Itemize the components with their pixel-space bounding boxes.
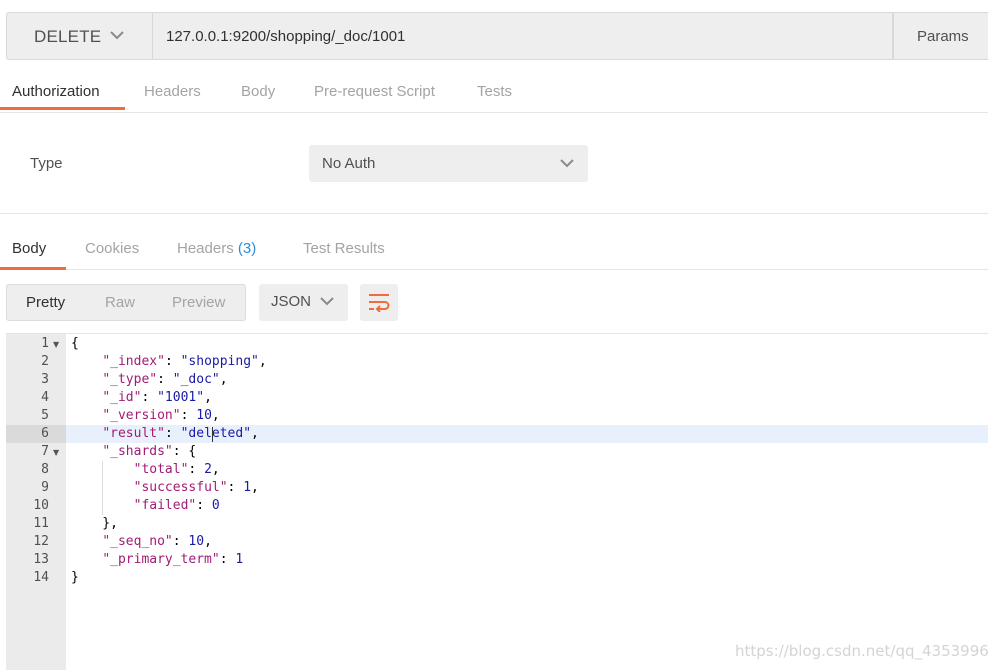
json-key: "_index" (102, 354, 165, 369)
tab-authorization[interactable]: Authorization (12, 83, 100, 100)
url-value: 127.0.0.1:9200/shopping/_doc/1001 (166, 28, 406, 45)
section-divider (0, 213, 988, 214)
line-number: 12 (33, 534, 49, 549)
view-mode-group: Pretty Raw Preview (6, 284, 246, 321)
json-value: "1001" (157, 390, 205, 405)
json-value: "_doc" (172, 372, 220, 387)
json-value: 10 (188, 534, 205, 549)
code-line: "_seq_no": 10, (102, 534, 212, 549)
json-key: "_type" (102, 372, 158, 387)
json-value: 10 (196, 408, 212, 423)
code-line: "total": 2, (133, 462, 220, 477)
line-number: 5 (41, 408, 49, 423)
json-value: "deleted" (180, 426, 252, 441)
wrap-lines-button[interactable] (360, 284, 398, 321)
tab-pre-request-script[interactable]: Pre-request Script (314, 83, 435, 100)
line-number: 9 (41, 480, 49, 495)
json-value: 0 (211, 498, 220, 513)
json-key: "total" (133, 462, 189, 477)
json-key: "_id" (102, 390, 142, 405)
wrap-lines-icon (369, 294, 390, 312)
request-tabs: Authorization Headers Body Pre-request S… (0, 76, 988, 113)
line-number: 7 (41, 444, 49, 459)
json-key: "_version" (102, 408, 181, 423)
line-number: 8 (41, 462, 49, 477)
line-number: 10 (33, 498, 49, 513)
tab-cookies[interactable]: Cookies (85, 240, 139, 257)
tab-response-headers[interactable]: Headers (3) (177, 240, 256, 257)
line-number: 6 (41, 426, 49, 441)
json-key: "successful" (133, 480, 228, 495)
code-line: "_type": "_doc", (102, 372, 228, 387)
method-label: DELETE (34, 27, 102, 46)
chevron-down-icon (320, 297, 334, 306)
tab-response-body[interactable]: Body (12, 240, 46, 257)
tab-headers[interactable]: Headers (144, 83, 201, 100)
code-line: "result": "deleted", (102, 426, 259, 441)
tab-test-results[interactable]: Test Results (303, 240, 385, 257)
url-input[interactable]: 127.0.0.1:9200/shopping/_doc/1001 (152, 12, 893, 60)
tab-tests[interactable]: Tests (477, 83, 512, 100)
headers-count-badge: (3) (237, 240, 257, 257)
json-key: "_seq_no" (102, 534, 173, 549)
code-line: "successful": 1, (133, 480, 259, 495)
code-line: "_index": "shopping", (102, 354, 267, 369)
format-value: JSON (271, 293, 312, 310)
line-number: 11 (33, 516, 49, 531)
line-number: 14 (33, 570, 49, 585)
code-viewer-border (6, 333, 988, 334)
fold-toggle-icon[interactable]: ▼ (53, 448, 59, 457)
auth-type-value: No Auth (322, 155, 376, 172)
code-line: }, (71, 516, 118, 531)
code-line: } (71, 570, 79, 585)
line-number: 13 (33, 552, 49, 567)
tab-body[interactable]: Body (241, 83, 275, 100)
chevron-down-icon (560, 159, 574, 168)
line-number: 1 (41, 336, 49, 351)
auth-type-label: Type (30, 155, 63, 172)
line-number: 3 (41, 372, 49, 387)
method-select[interactable]: DELETE (6, 12, 152, 60)
active-tab-indicator (0, 267, 66, 270)
json-value: "shopping" (180, 354, 259, 369)
json-key: "failed" (133, 498, 197, 513)
code-line: "_shards": { (102, 444, 197, 459)
response-tabs: Body Cookies Headers (3) Test Results (0, 233, 988, 270)
json-value: 1 (235, 552, 244, 567)
format-select[interactable]: JSON (259, 284, 348, 321)
watermark: https://blog.csdn.net/qq_43539962 (735, 642, 988, 660)
line-number: 2 (41, 354, 49, 369)
active-tab-indicator (0, 107, 125, 110)
preview-button[interactable]: Preview (172, 294, 225, 311)
code-line: "_version": 10, (102, 408, 220, 423)
code-line: "_id": "1001", (102, 390, 212, 405)
auth-type-select[interactable]: No Auth (309, 145, 588, 182)
line-number: 4 (41, 390, 49, 405)
json-key: "_primary_term" (102, 552, 220, 567)
fold-toggle-icon[interactable]: ▼ (53, 340, 59, 349)
code-line: { (71, 336, 79, 351)
pretty-button[interactable]: Pretty (26, 294, 65, 311)
text-cursor (212, 427, 213, 442)
json-value: 1 (243, 480, 252, 495)
raw-button[interactable]: Raw (105, 294, 135, 311)
json-value: 2 (204, 462, 212, 477)
params-button[interactable]: Params (893, 12, 988, 60)
params-label: Params (917, 28, 969, 45)
chevron-down-icon (110, 31, 124, 40)
tab-response-headers-label: Headers (177, 240, 234, 257)
json-key: "_shards" (102, 444, 173, 459)
code-line: "_primary_term": 1 (102, 552, 244, 567)
code-line: "failed": 0 (133, 498, 220, 513)
json-key: "result" (102, 426, 165, 441)
